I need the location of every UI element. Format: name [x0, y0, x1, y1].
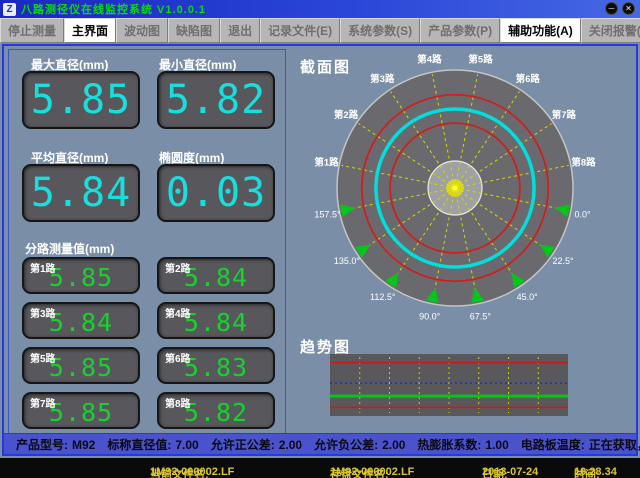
polar-channel-label: 第5路 — [468, 54, 493, 66]
channel-2-display: 第2路 5.84 — [157, 257, 275, 294]
min-diameter-value: 5.82 — [159, 73, 273, 127]
polar-angle-label: 135.0° — [334, 256, 361, 266]
channel-4-display: 第4路 5.84 — [157, 302, 275, 339]
upper-tolerance: 允许正公差:2.00 — [211, 436, 302, 453]
polar-channel-label: 第6路 — [516, 73, 541, 85]
channel-1-label: 第1路 — [30, 260, 56, 275]
tab-fluctuation-chart[interactable]: 波动图 — [116, 18, 168, 43]
polar-channel-label: 第3路 — [370, 73, 395, 85]
polar-angle-label: 22.5° — [553, 256, 575, 266]
close-button[interactable]: ✕ — [622, 2, 635, 15]
polar-angle-label: 45.0° — [517, 292, 539, 302]
tab-exit[interactable]: 退出 — [220, 18, 260, 43]
menu-record-file[interactable]: 记录文件(E) — [260, 18, 340, 43]
menu-aux-functions[interactable]: 辅助功能(A) — [500, 18, 581, 43]
avg-diameter-display: 5.84 — [22, 164, 140, 222]
channel-7-display: 第7路 5.85 — [22, 392, 140, 429]
tab-defect-chart[interactable]: 缺陷图 — [168, 18, 220, 43]
channel-8-label: 第8路 — [165, 395, 191, 410]
polar-channel-label: 第2路 — [334, 109, 359, 121]
client-area: 最大直径(mm) 最小直径(mm) 5.85 5.82 平均直径(mm) 椭圆度… — [2, 44, 638, 456]
nominal-diameter: 标称直径值:7.00 — [107, 436, 198, 453]
board-temperature: 电路板温度:正在获取，稍等片刻... — [521, 436, 640, 453]
channel-3-label: 第3路 — [30, 305, 56, 320]
menu-product-params[interactable]: 产品参数(P) — [420, 18, 500, 43]
channel-5-display: 第5路 5.85 — [22, 347, 140, 384]
center-point — [453, 186, 458, 191]
menu-bar: 停止测量 主界面 波动图 缺陷图 退出 记录文件(E) 系统参数(S) 产品参数… — [0, 18, 640, 44]
polar-angle-label: 90.0° — [419, 312, 441, 322]
polar-angle-label: 0.0° — [574, 209, 591, 219]
polar-angle-label: 112.5° — [370, 292, 396, 302]
channel-4-label: 第4路 — [165, 305, 191, 320]
menu-close-alarm[interactable]: 关闭报警(M) — [581, 18, 640, 43]
polar-channel-label: 第1路 — [314, 156, 339, 168]
polar-angle-label: 67.5° — [470, 312, 492, 322]
channel-8-display: 第8路 5.82 — [157, 392, 275, 429]
channel-6-label: 第6路 — [165, 350, 191, 365]
product-model: 产品型号:M92 — [16, 436, 95, 453]
polar-channel-label: 第8路 — [571, 156, 596, 168]
avg-diameter-value: 5.84 — [24, 166, 138, 220]
channels-section-label: 分路测量值(mm) — [25, 240, 114, 257]
max-diameter-value: 5.85 — [24, 73, 138, 127]
channel-3-display: 第3路 5.84 — [22, 302, 140, 339]
window-title: 八路测径仪在线监控系统 V1.0.0.1 — [21, 1, 206, 17]
app-logo-icon: Z — [3, 3, 16, 16]
polar-channel-label: 第4路 — [417, 54, 442, 66]
title-bar: Z 八路测径仪在线监控系统 V1.0.0.1 ─ ✕ — [0, 0, 640, 18]
menu-system-params[interactable]: 系统参数(S) — [340, 18, 420, 43]
product-info-bar: 产品型号:M92 标称直径值:7.00 允许正公差:2.00 允许负公差:2.0… — [4, 433, 636, 454]
tab-stop-measure[interactable]: 停止测量 — [0, 18, 64, 43]
lower-tolerance: 允许负公差:2.00 — [314, 436, 405, 453]
application-window: Z 八路测径仪在线监控系统 V1.0.0.1 ─ ✕ 停止测量 主界面 波动图 … — [0, 0, 640, 478]
trend-chart — [330, 354, 568, 416]
ovality-display: 0.03 — [157, 164, 275, 222]
channel-5-label: 第5路 — [30, 350, 56, 365]
thermal-expansion: 热膨胀系数:1.00 — [417, 436, 508, 453]
polar-angle-label: 157.5° — [314, 209, 341, 219]
status-bar: 当前文件名: 1M92-000002.LF 存盘文件名: 1M92-000002… — [0, 458, 640, 478]
measurement-panel: 最大直径(mm) 最小直径(mm) 5.85 5.82 平均直径(mm) 椭圆度… — [8, 49, 286, 435]
channel-1-display: 第1路 5.85 — [22, 257, 140, 294]
channel-7-label: 第7路 — [30, 395, 56, 410]
min-diameter-display: 5.82 — [157, 71, 275, 129]
section-polar-chart: 第1路 第2路 第3路 第4路 第5路第6路第7路第8路 0.0° 22.5° 45.0° 67… — [292, 52, 636, 336]
ovality-value: 0.03 — [159, 166, 273, 220]
tab-main-screen[interactable]: 主界面 — [64, 18, 116, 43]
max-diameter-display: 5.85 — [22, 71, 140, 129]
minimize-button[interactable]: ─ — [605, 2, 618, 15]
polar-channel-label: 第7路 — [552, 109, 577, 121]
channel-6-display: 第6路 5.83 — [157, 347, 275, 384]
channel-2-label: 第2路 — [165, 260, 191, 275]
